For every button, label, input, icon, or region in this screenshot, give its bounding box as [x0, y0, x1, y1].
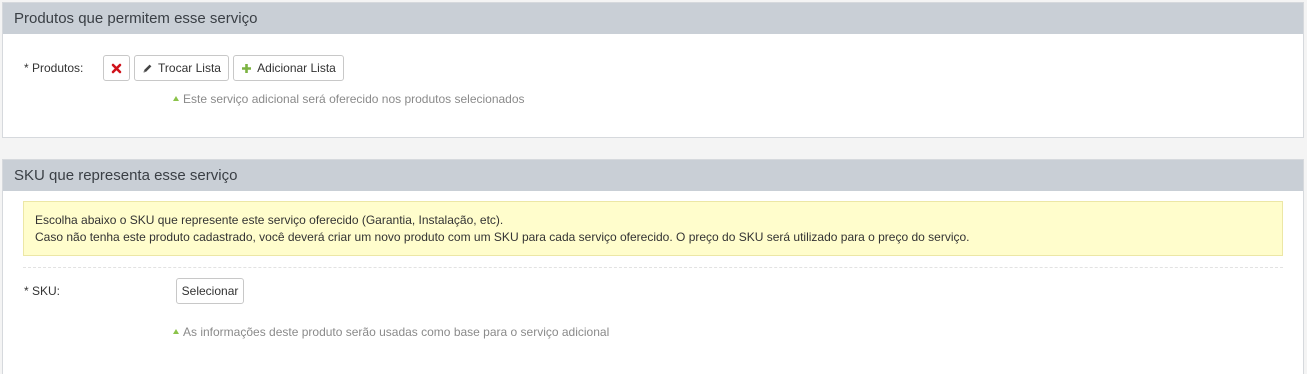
remove-products-button[interactable]	[103, 55, 130, 81]
products-panel: Produtos que permitem esse serviço * Pro…	[2, 2, 1304, 138]
close-icon	[111, 63, 122, 74]
sku-hint-text: As informações deste produto serão usada…	[183, 325, 610, 339]
sku-info-alert: Escolha abaixo o SKU que represente este…	[23, 201, 1283, 256]
sku-hint: As informações deste produto serão usada…	[173, 325, 609, 339]
sku-panel: SKU que representa esse serviço Escolha …	[2, 159, 1304, 374]
sku-panel-title: SKU que representa esse serviço	[3, 160, 1303, 191]
products-hint: Este serviço adicional será oferecido no…	[173, 92, 525, 106]
divider	[23, 267, 1283, 268]
sku-alert-line-2: Caso não tenha este produto cadastrado, …	[35, 230, 970, 244]
sku-alert-line-1: Escolha abaixo o SKU que represente este…	[35, 213, 504, 227]
plus-icon	[241, 63, 252, 74]
add-list-button[interactable]: Adicionar Lista	[233, 55, 344, 81]
products-hint-text: Este serviço adicional será oferecido no…	[183, 92, 525, 106]
add-list-label: Adicionar Lista	[257, 61, 336, 75]
caret-up-icon	[173, 96, 179, 101]
pencil-icon	[142, 63, 153, 74]
change-list-button[interactable]: Trocar Lista	[134, 55, 229, 81]
products-panel-title: Produtos que permitem esse serviço	[3, 3, 1303, 34]
products-field-label: * Produtos:	[24, 61, 84, 75]
select-sku-button[interactable]: Selecionar	[176, 278, 244, 304]
caret-up-icon	[173, 329, 179, 334]
change-list-label: Trocar Lista	[158, 61, 221, 75]
sku-field-label: * SKU:	[24, 284, 61, 298]
